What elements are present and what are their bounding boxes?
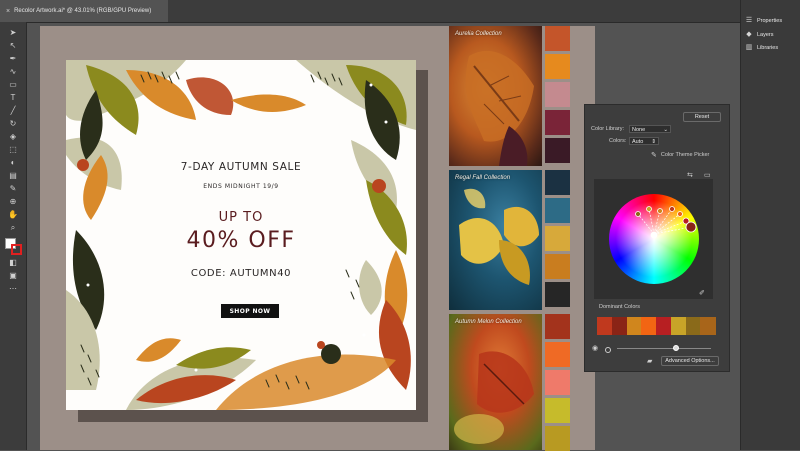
selection-tool-icon[interactable]: ➤: [7, 28, 19, 38]
color-swatch[interactable]: [545, 342, 570, 367]
tools-panel: ➤ ↖ ✒ ∿ ▭ T ╱ ↻ ◈ ⬚ ◐ ▤ ✎ ⊕ ✋ ⌕ ◧ ▣ ⋯: [0, 22, 27, 450]
color-swatch[interactable]: [545, 110, 570, 135]
line-tool-icon[interactable]: ╱: [7, 106, 19, 116]
colors-value: Auto: [632, 139, 644, 145]
color-handles[interactable]: [594, 179, 713, 299]
eyedropper-tool-icon[interactable]: ✎: [7, 184, 19, 194]
eraser-tool-icon[interactable]: ◈: [7, 132, 19, 142]
color-swatch[interactable]: [545, 26, 570, 51]
color-swatch[interactable]: [545, 254, 570, 279]
shop-now-button[interactable]: SHOP NOW: [221, 304, 279, 318]
color-swatch[interactable]: [545, 398, 570, 423]
layers-tab[interactable]: ◆ Layers: [745, 29, 774, 41]
saturation-toggle-icon[interactable]: ◉: [592, 344, 598, 352]
color-swatch[interactable]: [545, 82, 570, 107]
collection-caption: Autumn Melon Collection: [455, 319, 522, 325]
reset-button[interactable]: Reset: [683, 112, 721, 122]
direct-selection-icon[interactable]: ↖: [7, 41, 19, 51]
slider-min-icon: [605, 347, 611, 353]
screen-mode-icon[interactable]: ▣: [7, 271, 19, 281]
libraries-label: Libraries: [757, 45, 779, 51]
dominant-color-segment[interactable]: [656, 317, 672, 335]
document-tab[interactable]: × Recolor Artwork.ai* @ 43.01% (RGB/GPU …: [0, 0, 168, 22]
gradient-tool-icon[interactable]: ▤: [7, 171, 19, 181]
sale-subline: ENDS MIDNIGHT 19/9: [203, 183, 279, 190]
saturation-slider-track[interactable]: [617, 348, 711, 349]
zoom-tool-icon[interactable]: ⌕: [7, 223, 19, 233]
collection-photo-regal-fall[interactable]: Regal Fall Collection: [449, 170, 542, 310]
color-swatch[interactable]: [545, 198, 570, 223]
collection-caption: Aurelia Collection: [455, 31, 502, 37]
discount-text: 40% OFF: [186, 228, 296, 253]
advanced-options-button[interactable]: Advanced Options...: [661, 356, 719, 366]
dominant-color-segment[interactable]: [597, 317, 613, 335]
right-panel-dock: ☰ Properties ◆ Layers ▥ Libraries: [740, 0, 800, 450]
yellow-leaves-image: [459, 188, 539, 285]
color-swatch[interactable]: [545, 370, 570, 395]
libraries-tab[interactable]: ▥ Libraries: [745, 42, 778, 54]
color-library-dropdown[interactable]: None ⌄: [629, 125, 671, 133]
color-theme-picker-label: Color Theme Picker: [660, 152, 710, 158]
type-tool-icon[interactable]: T: [7, 93, 19, 103]
color-wheel-area: ✐: [594, 179, 713, 299]
color-library-value: None: [632, 127, 646, 133]
dominant-color-segment[interactable]: [641, 317, 657, 335]
color-swatch[interactable]: [545, 314, 570, 339]
color-swatch[interactable]: [545, 282, 570, 307]
colors-dropdown[interactable]: Auto ⇕: [629, 137, 659, 145]
stroke-swatch[interactable]: [11, 244, 22, 255]
color-swatch[interactable]: [545, 170, 570, 195]
wheel-view-icon[interactable]: ▭: [704, 171, 711, 179]
blend-tool-icon[interactable]: ⊕: [7, 197, 19, 207]
dominant-color-segment[interactable]: [626, 317, 642, 335]
rectangle-tool-icon[interactable]: ▭: [7, 80, 19, 90]
properties-icon: ☰: [745, 17, 753, 24]
color-swatch[interactable]: [545, 426, 570, 451]
harmony-link-icon[interactable]: ⇆: [687, 171, 693, 179]
color-swatch[interactable]: [545, 54, 570, 79]
rotate-tool-icon[interactable]: ↻: [7, 119, 19, 129]
pen-tool-icon[interactable]: ✒: [7, 54, 19, 64]
shape-builder-icon[interactable]: ◐: [7, 158, 19, 168]
recolor-artwork-panel: Reset Color Library: None ⌄ Colors: Auto…: [584, 104, 730, 372]
close-tab-icon[interactable]: ×: [6, 8, 10, 15]
color-swatch[interactable]: [545, 226, 570, 251]
artboard[interactable]: 7-DAY AUTUMN SALE ENDS MIDNIGHT 19/9 UP …: [66, 60, 416, 410]
curvature-tool-icon[interactable]: ∿: [7, 67, 19, 77]
colors-label: Colors:: [609, 138, 627, 144]
promo-code: CODE: AUTUMN40: [190, 268, 292, 279]
eyedropper-icon[interactable]: ✐: [699, 289, 705, 297]
red-leaf-image: [454, 351, 534, 444]
document-tab-bar: × Recolor Artwork.ai* @ 43.01% (RGB/GPU …: [0, 0, 800, 23]
document-tab-title: Recolor Artwork.ai* @ 43.01% (RGB/GPU Pr…: [14, 8, 152, 14]
dominant-color-segment[interactable]: [700, 317, 716, 335]
dominant-color-segment[interactable]: [685, 317, 701, 335]
collection-photo-aurelia[interactable]: Aurelia Collection: [449, 26, 542, 166]
collection-caption: Regal Fall Collection: [455, 175, 511, 181]
up-to-text: UP TO: [218, 210, 264, 225]
properties-label: Properties: [757, 18, 783, 24]
hand-tool-icon[interactable]: ✋: [7, 210, 19, 220]
layers-label: Layers: [757, 32, 774, 38]
saturation-slider-handle[interactable]: [673, 345, 679, 351]
collection-photo-autumn-melon[interactable]: Autumn Melon Collection: [449, 314, 542, 450]
folder-icon[interactable]: ▰: [647, 357, 652, 365]
oak-leaf-image: [465, 50, 534, 166]
libraries-icon: ▥: [745, 44, 753, 51]
layers-icon: ◆: [746, 31, 752, 38]
sale-headline: 7-DAY AUTUMN SALE: [180, 161, 302, 173]
stepper-icon: ⇕: [651, 139, 656, 145]
dominant-color-segment[interactable]: [670, 317, 686, 335]
color-swatch[interactable]: [545, 138, 570, 163]
eyedropper-icon: ✎: [651, 152, 657, 159]
color-library-label: Color Library:: [591, 126, 625, 132]
more-tools-icon[interactable]: ⋯: [7, 284, 19, 294]
draw-mode-icon[interactable]: ◧: [7, 258, 19, 268]
color-theme-picker[interactable]: ✎ Color Theme Picker: [651, 151, 709, 159]
dominant-colors-label: Dominant Colors: [599, 304, 640, 310]
dominant-color-segment[interactable]: [611, 317, 627, 335]
scale-tool-icon[interactable]: ⬚: [7, 145, 19, 155]
properties-tab[interactable]: ☰ Properties: [745, 15, 782, 27]
chevron-down-icon: ⌄: [663, 127, 668, 133]
